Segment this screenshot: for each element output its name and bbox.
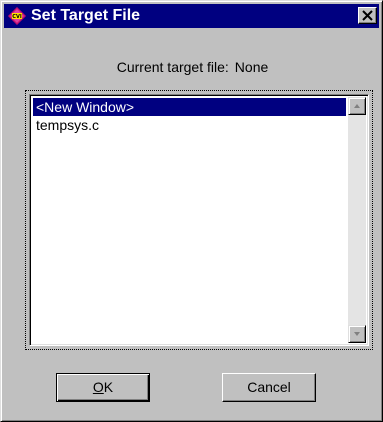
current-target-value: None (234, 59, 269, 75)
current-target-label: Current target file: (116, 59, 229, 75)
scroll-down-button[interactable] (348, 325, 366, 343)
vertical-scrollbar[interactable] (348, 97, 366, 343)
ok-label-rest: K (103, 379, 114, 395)
file-list: <New Window> tempsys.c (33, 98, 346, 134)
dialog-title: Set Target File (31, 7, 141, 24)
title-bar[interactable]: CVI Set Target File (4, 4, 379, 28)
ok-mnemonic: O (92, 379, 104, 395)
cvi-app-icon: CVI (8, 7, 26, 25)
arrow-up-icon (354, 104, 360, 108)
file-listbox[interactable]: <New Window> tempsys.c (29, 94, 369, 346)
cancel-button[interactable]: Cancel (222, 373, 316, 402)
close-button[interactable] (358, 7, 377, 24)
ok-button[interactable]: OK (56, 373, 150, 402)
list-item-new-window[interactable]: <New Window> (33, 98, 346, 116)
svg-text:CVI: CVI (12, 14, 22, 20)
arrow-down-icon (354, 332, 360, 336)
set-target-file-dialog: CVI Set Target File Current target file:… (0, 0, 383, 422)
close-icon (362, 10, 373, 21)
list-item-tempsys[interactable]: tempsys.c (33, 116, 346, 134)
current-target-row: Current target file: None (1, 59, 383, 75)
scroll-up-button[interactable] (348, 97, 366, 115)
